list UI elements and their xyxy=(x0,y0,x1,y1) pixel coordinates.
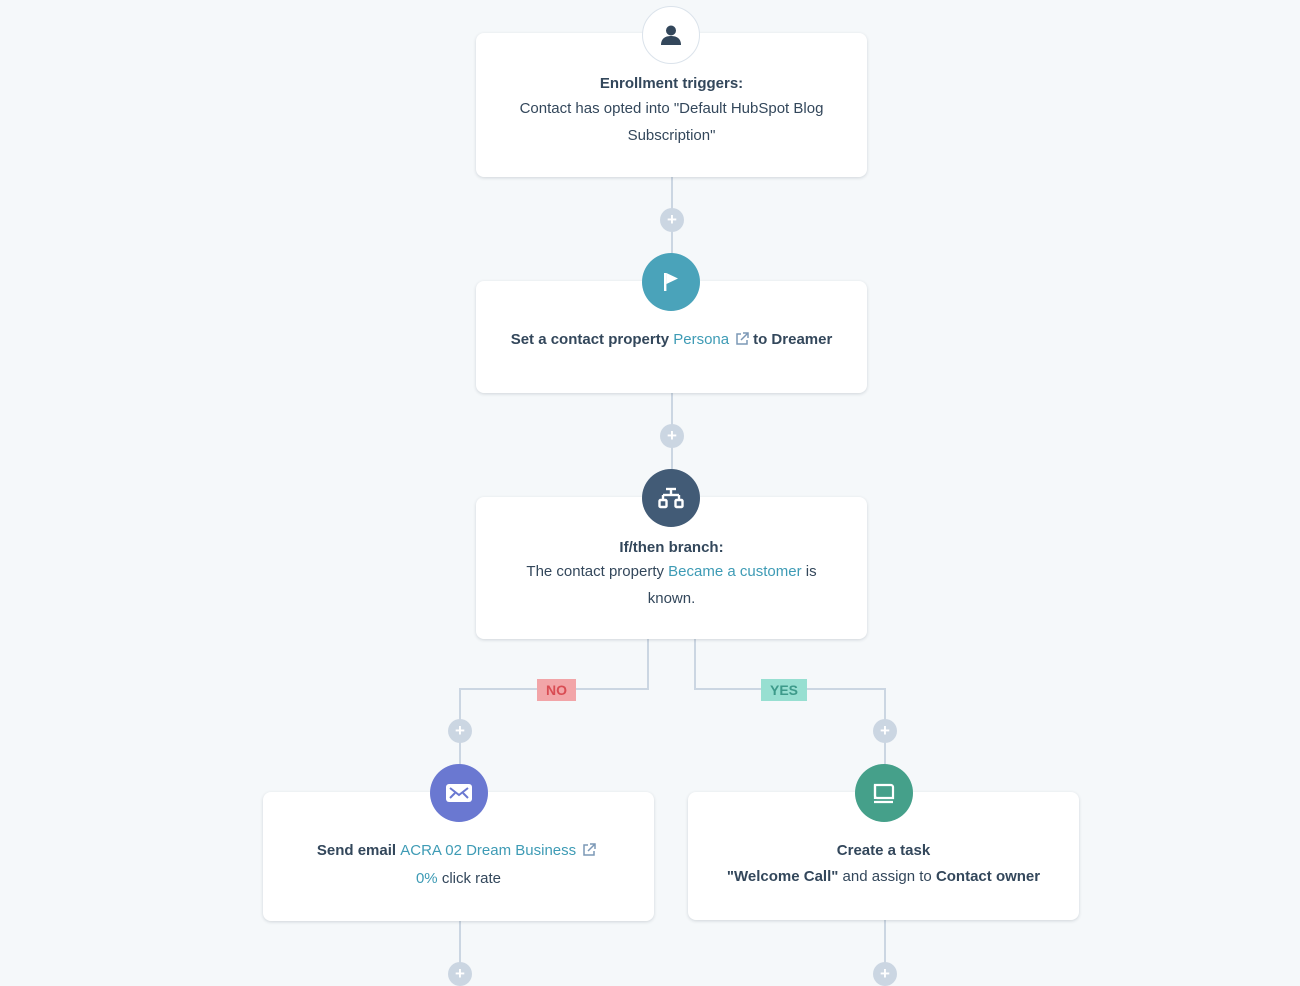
connector-branch-no-vertical xyxy=(647,638,649,690)
trigger-description: Contact has opted into "Default HubSpot … xyxy=(519,100,824,144)
external-link-icon[interactable] xyxy=(582,843,596,861)
external-link-icon[interactable] xyxy=(735,332,749,350)
branch-prefix: The contact property xyxy=(526,563,664,580)
click-rate-label: click rate xyxy=(441,870,502,887)
contact-icon xyxy=(642,6,700,64)
create-task-title: Create a task xyxy=(836,842,931,859)
yes-branch-label: YES xyxy=(761,679,808,701)
task-assign-text: and assign to xyxy=(842,868,932,885)
set-property-prefix: Set a contact property xyxy=(510,331,670,348)
task-icon xyxy=(855,764,913,822)
connector-branch-yes-vertical xyxy=(694,638,696,690)
add-action-button-yes-branch[interactable]: + xyxy=(873,719,897,743)
task-name: "Welcome Call" xyxy=(726,868,839,885)
add-action-button[interactable]: + xyxy=(660,208,684,232)
branch-icon xyxy=(642,469,700,527)
email-name-link[interactable]: ACRA 02 Dream Business xyxy=(400,842,576,859)
branch-title: If/then branch: xyxy=(619,539,724,556)
task-assignee: Contact owner xyxy=(935,868,1041,885)
add-action-button-no-branch[interactable]: + xyxy=(448,719,472,743)
became-customer-property-link[interactable]: Became a customer xyxy=(668,563,801,580)
click-rate-value: 0% xyxy=(415,870,438,887)
set-property-suffix: to Dreamer xyxy=(753,331,833,348)
email-icon xyxy=(430,764,488,822)
add-action-button[interactable]: + xyxy=(448,962,472,986)
add-action-button[interactable]: + xyxy=(873,962,897,986)
no-branch-label: NO xyxy=(537,679,576,701)
flag-icon xyxy=(642,253,700,311)
add-action-button[interactable]: + xyxy=(660,424,684,448)
send-email-prefix: Send email xyxy=(316,842,397,859)
persona-property-link[interactable]: Persona xyxy=(673,331,729,348)
trigger-title: Enrollment triggers: xyxy=(599,75,744,92)
